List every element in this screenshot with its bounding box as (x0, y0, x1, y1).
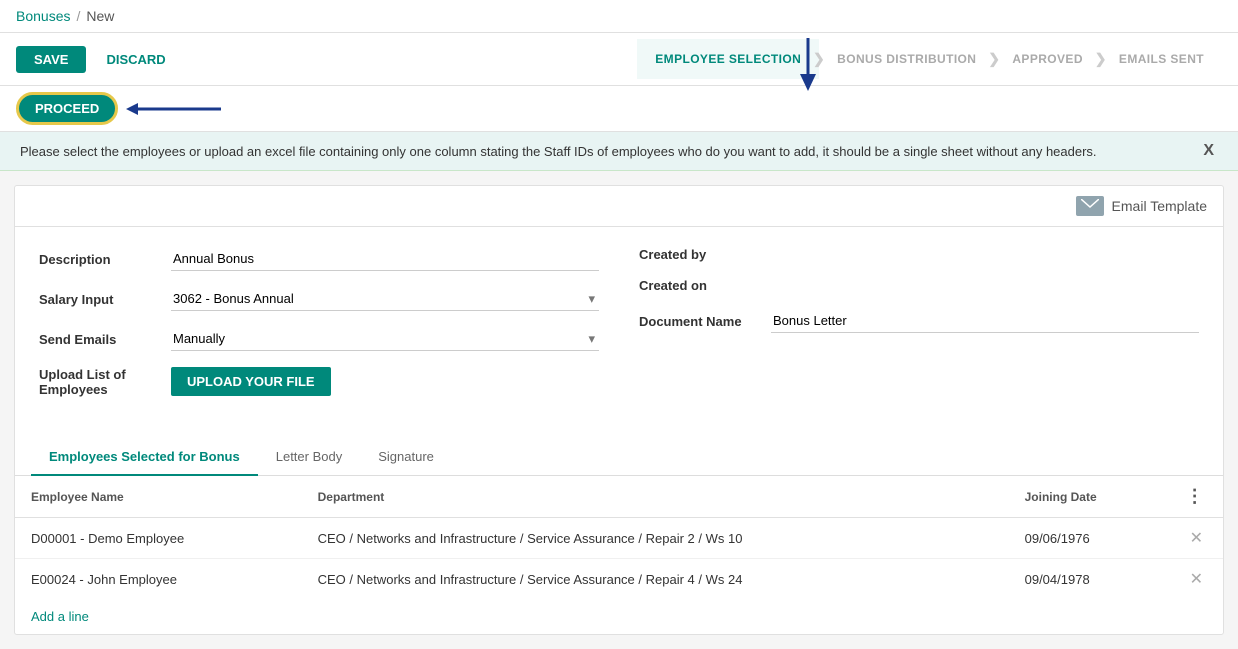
document-name-label: Document Name (639, 314, 759, 329)
department-cell: CEO / Networks and Infrastructure / Serv… (302, 559, 1009, 600)
action-buttons: SAVE DISCARD (16, 46, 176, 73)
upload-button[interactable]: UPLOAD YOUR FILE (171, 367, 331, 396)
proceed-button[interactable]: PROCEED (16, 92, 118, 125)
add-line-link[interactable]: Add a line (15, 599, 105, 634)
document-name-input[interactable] (771, 309, 1199, 333)
col-department: Department (302, 476, 1009, 518)
left-arrow-annotation (126, 99, 226, 119)
document-name-row: Document Name (639, 309, 1199, 333)
banner-close[interactable]: X (1199, 142, 1218, 160)
joining-date-cell: 09/06/1976 (1009, 518, 1170, 559)
info-banner: Please select the employees or upload an… (0, 132, 1238, 171)
step-bonus-distribution[interactable]: BONUS DISTRIBUTION (819, 39, 994, 79)
salary-select-wrapper: 3062 - Bonus Annual 3061 - Bonus Monthly… (171, 287, 599, 311)
top-bar: SAVE DISCARD EMPLOYEE SELECTION BONUS DI… (0, 33, 1238, 86)
created-by-label: Created by (639, 247, 759, 262)
salary-input-label: Salary Input (39, 292, 159, 307)
send-emails-select[interactable]: Manually Automatically (171, 327, 599, 350)
progress-steps: EMPLOYEE SELECTION BONUS DISTRIBUTION AP… (637, 39, 1222, 79)
proceed-row: PROCEED (0, 86, 1238, 132)
col-employee-name: Employee Name (15, 476, 302, 518)
upload-row: Upload List of Employees UPLOAD YOUR FIL… (39, 367, 599, 397)
table-row: D00001 - Demo Employee CEO / Networks an… (15, 518, 1223, 559)
breadcrumb-parent[interactable]: Bonuses (16, 8, 70, 24)
send-emails-select-wrapper: Manually Automatically ▾ (171, 327, 599, 351)
created-on-label: Created on (639, 278, 759, 293)
send-emails-row: Send Emails Manually Automatically ▾ (39, 327, 599, 351)
breadcrumb-separator: / (76, 8, 80, 24)
more-options-icon[interactable]: ⋮ (1186, 486, 1204, 506)
email-icon (1076, 196, 1104, 216)
proceed-area: PROCEED (16, 92, 226, 125)
breadcrumb-current: New (86, 8, 114, 24)
email-template-button[interactable]: Email Template (1076, 196, 1207, 216)
email-template-label: Email Template (1112, 198, 1207, 214)
card-header: Email Template (15, 186, 1223, 227)
table-row: E00024 - John Employee CEO / Networks an… (15, 559, 1223, 600)
delete-row-button[interactable]: ✕ (1186, 569, 1207, 589)
salary-input-select[interactable]: 3062 - Bonus Annual 3061 - Bonus Monthly (171, 287, 599, 310)
table-header-row: Employee Name Department Joining Date ⋮ (15, 476, 1223, 518)
tab-signature[interactable]: Signature (360, 439, 452, 476)
form-right: Created by Created on Document Name (639, 247, 1199, 413)
created-on-row: Created on (639, 278, 1199, 293)
delete-row-button[interactable]: ✕ (1186, 528, 1207, 548)
send-emails-label: Send Emails (39, 332, 159, 347)
description-label: Description (39, 252, 159, 267)
employee-name-cell: D00001 - Demo Employee (15, 518, 302, 559)
discard-button[interactable]: DISCARD (96, 46, 175, 73)
salary-input-row: Salary Input 3062 - Bonus Annual 3061 - … (39, 287, 599, 311)
employees-table: Employee Name Department Joining Date ⋮ … (15, 476, 1223, 599)
description-input[interactable] (171, 247, 599, 271)
banner-text: Please select the employees or upload an… (20, 144, 1097, 159)
save-button[interactable]: SAVE (16, 46, 86, 73)
form-section: Description Salary Input 3062 - Bonus An… (15, 227, 1223, 433)
step-emails-sent[interactable]: EMAILS SENT (1101, 39, 1222, 79)
created-by-row: Created by (639, 247, 1199, 262)
tabs-row: Employees Selected for Bonus Letter Body… (15, 439, 1223, 476)
description-row: Description (39, 247, 599, 271)
step-approved[interactable]: APPROVED (994, 39, 1101, 79)
step-employee-selection[interactable]: EMPLOYEE SELECTION (637, 39, 819, 79)
col-actions: ⋮ (1170, 476, 1223, 518)
tab-employees-selected[interactable]: Employees Selected for Bonus (31, 439, 258, 476)
delete-cell: ✕ (1170, 518, 1223, 559)
delete-cell: ✕ (1170, 559, 1223, 600)
breadcrumb-bar: Bonuses / New (0, 0, 1238, 33)
tab-letter-body[interactable]: Letter Body (258, 439, 361, 476)
joining-date-cell: 09/04/1978 (1009, 559, 1170, 600)
main-card: Email Template Description Salary Input … (14, 185, 1224, 635)
employee-name-cell: E00024 - John Employee (15, 559, 302, 600)
form-left: Description Salary Input 3062 - Bonus An… (39, 247, 599, 413)
col-joining-date: Joining Date (1009, 476, 1170, 518)
upload-label: Upload List of Employees (39, 367, 159, 397)
department-cell: CEO / Networks and Infrastructure / Serv… (302, 518, 1009, 559)
